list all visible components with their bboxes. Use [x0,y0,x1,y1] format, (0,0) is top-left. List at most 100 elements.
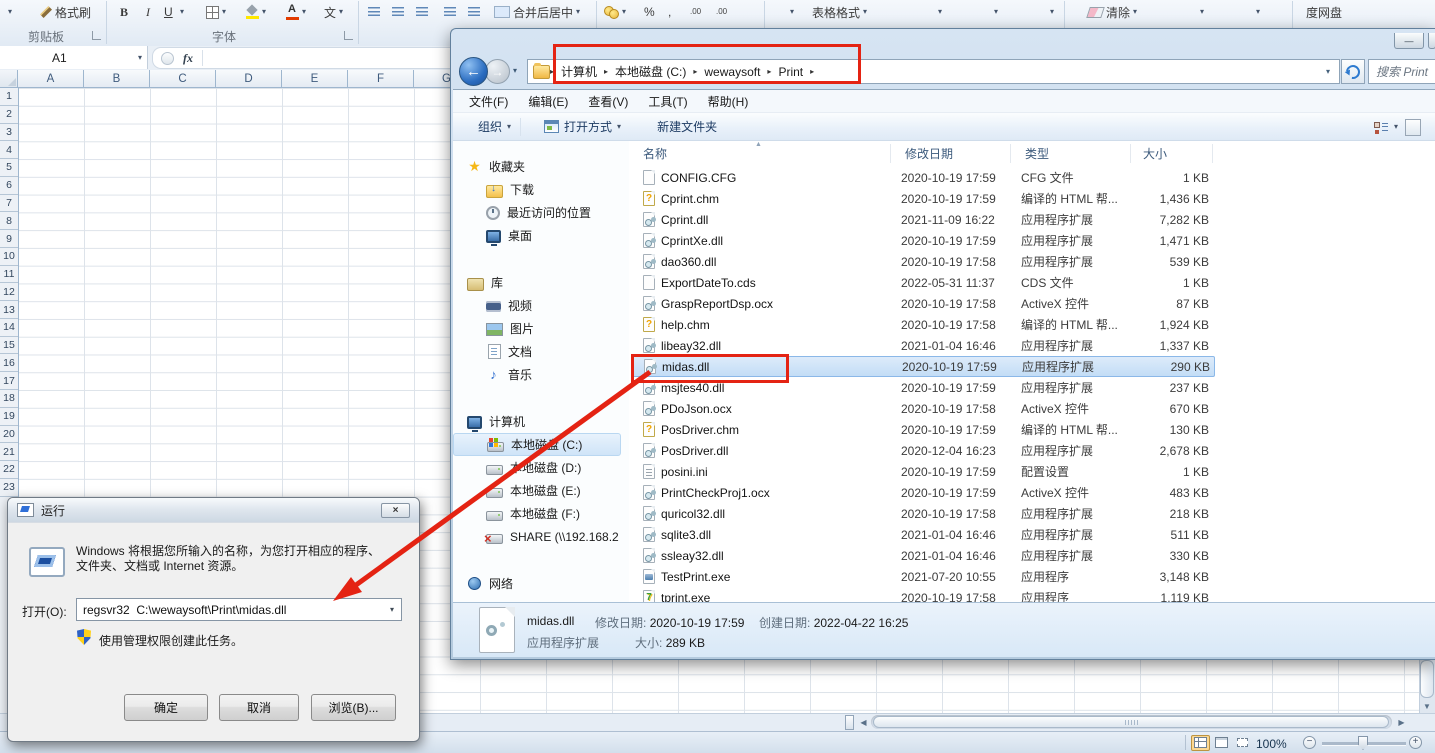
minimize-button[interactable]: — [1394,33,1424,49]
name-box[interactable]: A1 [0,46,148,69]
find-select-caret-icon[interactable]: ▾ [1256,8,1260,16]
insert-caret-icon[interactable]: ▾ [994,8,998,16]
file-row[interactable]: tprint.exe2020-10-19 17:58应用程序1,119 KB [631,587,1215,602]
help-button-partial[interactable] [1405,119,1421,136]
column-header-date[interactable]: 修改日期 [891,144,1011,163]
zoom-out-button[interactable]: − [1303,736,1316,749]
sidebar-item[interactable]: 视频 [453,294,629,317]
sort-filter-caret-icon[interactable]: ▾ [1200,8,1204,16]
file-row[interactable]: PDoJson.ocx2020-10-19 17:58ActiveX 控件670… [631,398,1215,419]
file-row[interactable]: quricol32.dll2020-10-19 17:58应用程序扩展218 K… [631,503,1215,524]
percent-style-button[interactable]: % [644,2,655,22]
horizontal-scrollbar-thumb[interactable] [873,716,1389,728]
file-row[interactable]: sqlite3.dll2021-01-04 16:46应用程序扩展511 KB [631,524,1215,545]
refresh-button[interactable] [1341,59,1365,84]
file-row[interactable]: PrintCheckProj1.ocx2020-10-19 17:59Activ… [631,482,1215,503]
breadcrumb-separator-icon[interactable]: ▸ [810,67,814,76]
excel-column-header[interactable]: E [282,70,348,88]
zoom-level[interactable]: 100% [1256,737,1287,751]
excel-row-header[interactable]: 2 [0,106,18,124]
align-right-button[interactable] [416,2,428,22]
sidebar-item[interactable]: 网络 [453,572,629,595]
close-button[interactable]: × [381,503,410,518]
sidebar-item[interactable]: 库 [453,271,629,294]
clear-button[interactable]: 清除▾ [1088,2,1137,22]
file-row[interactable]: midas.dll2020-10-19 17:59应用程序扩展290 KB [631,356,1215,377]
excel-row-header[interactable]: 8 [0,212,18,230]
file-row[interactable]: ExportDateTo.cds2022-05-31 11:37CDS 文件1 … [631,272,1215,293]
excel-row-header[interactable]: 11 [0,266,18,284]
sidebar-item[interactable]: 图片 [453,317,629,340]
excel-column-header[interactable]: G [414,70,452,88]
excel-row-header[interactable]: 9 [0,230,18,248]
forward-button[interactable]: → [485,59,510,84]
organize-button[interactable]: 组织▾ [469,115,520,139]
column-header-type[interactable]: 类型 [1011,144,1131,163]
increase-decimal-button[interactable]: .00 [690,2,701,22]
excel-row-header[interactable]: 7 [0,195,18,213]
number-format-button[interactable]: ▾ [604,2,626,22]
merge-center-button[interactable]: 合并后居中▾ [494,2,580,22]
address-bar[interactable]: ▸计算机▸本地磁盘 (C:)▸wewaysoft▸Print▸ ▾ [527,59,1340,84]
change-view-button[interactable]: ▾ [1374,121,1398,134]
sidebar-item[interactable]: 本地磁盘 (E:) [453,479,629,502]
format-as-table-button[interactable]: 表格格式▾ [812,2,867,22]
excel-row-header[interactable]: 18 [0,390,18,408]
file-row[interactable]: help.chm2020-10-19 17:58编译的 HTML 帮...1,9… [631,314,1215,335]
align-left-button[interactable] [368,2,380,22]
address-dropdown-caret-icon[interactable]: ▾ [1317,68,1339,76]
scroll-left-button[interactable]: ◀ [856,715,871,730]
file-row[interactable]: Cprint.chm2020-10-19 17:59编译的 HTML 帮...1… [631,188,1215,209]
cancel-button[interactable]: 取消 [219,694,299,721]
browse-button[interactable]: 浏览(B)... [311,694,396,721]
sidebar-item[interactable]: 文档 [453,340,629,363]
excel-row-header[interactable]: 21 [0,443,18,461]
format-painter-button[interactable]: 格式刷 [40,2,91,22]
excel-row-header[interactable]: 15 [0,337,18,355]
conditional-format-caret-icon[interactable]: ▾ [790,8,794,16]
decrease-decimal-button[interactable]: .00 [716,2,727,22]
menu-item[interactable]: 工具(T) [638,93,697,110]
excel-column-header[interactable]: A [18,70,84,88]
breadcrumb-item[interactable]: 本地磁盘 (C:) [608,63,693,80]
name-box-caret-icon[interactable]: ▾ [138,54,142,62]
excel-column-header[interactable]: C [150,70,216,88]
file-row[interactable]: Cprint.dll2021-11-09 16:22应用程序扩展7,282 KB [631,209,1215,230]
sidebar-item[interactable]: SHARE (\\192.168.2 [453,525,629,548]
file-row[interactable]: TestPrint.exe2021-07-20 10:55应用程序3,148 K… [631,566,1215,587]
delete-caret-icon[interactable]: ▾ [1050,8,1054,16]
netdisk-ribbon-tab[interactable]: 度网盘 [1306,2,1342,22]
excel-row-header[interactable]: 10 [0,248,18,266]
command-combobox[interactable]: regsvr32 C:\wewaysoft\Print\midas.dll ▾ [76,598,402,621]
sidebar-item[interactable]: 计算机 [453,410,629,433]
excel-row-header[interactable]: 6 [0,177,18,195]
excel-row-header[interactable]: 3 [0,124,18,142]
underline-caret-icon[interactable]: ▾ [180,8,184,16]
file-row[interactable]: GraspReportDsp.ocx2020-10-19 17:58Active… [631,293,1215,314]
fx-label[interactable]: fx [183,51,193,66]
sidebar-item[interactable]: 收藏夹 [453,155,629,178]
file-row[interactable]: PosDriver.dll2020-12-04 16:23应用程序扩展2,678… [631,440,1215,461]
excel-row-header[interactable]: 1 [0,88,18,106]
bold-button[interactable]: B [120,2,128,22]
excel-row-header[interactable]: 23 [0,479,18,497]
clipboard-dialog-launcher-icon[interactable] [92,31,101,40]
page-layout-view-button[interactable] [1212,735,1231,751]
menu-item[interactable]: 编辑(E) [518,93,578,110]
font-color-button[interactable]: ▾ [286,2,306,22]
file-row[interactable]: msjtes40.dll2020-10-19 17:59应用程序扩展237 KB [631,377,1215,398]
file-row[interactable]: CprintXe.dll2020-10-19 17:59应用程序扩展1,471 … [631,230,1215,251]
menu-item[interactable]: 文件(F) [459,93,518,110]
excel-row-header[interactable]: 12 [0,283,18,301]
file-row[interactable]: ssleay32.dll2021-01-04 16:46应用程序扩展330 KB [631,545,1215,566]
excel-column-header[interactable]: D [216,70,282,88]
decrease-indent-button[interactable] [444,2,456,22]
underline-button[interactable]: U [164,2,173,22]
select-all-corner[interactable] [0,70,18,88]
breadcrumb-item[interactable]: Print [771,65,810,79]
align-center-button[interactable] [392,2,404,22]
excel-row-header[interactable]: 17 [0,372,18,390]
sidebar-item[interactable]: 本地磁盘 (F:) [453,502,629,525]
recent-pages-caret-icon[interactable]: ▾ [513,67,517,75]
file-row[interactable]: CONFIG.CFG2020-10-19 17:59CFG 文件1 KB [631,167,1215,188]
